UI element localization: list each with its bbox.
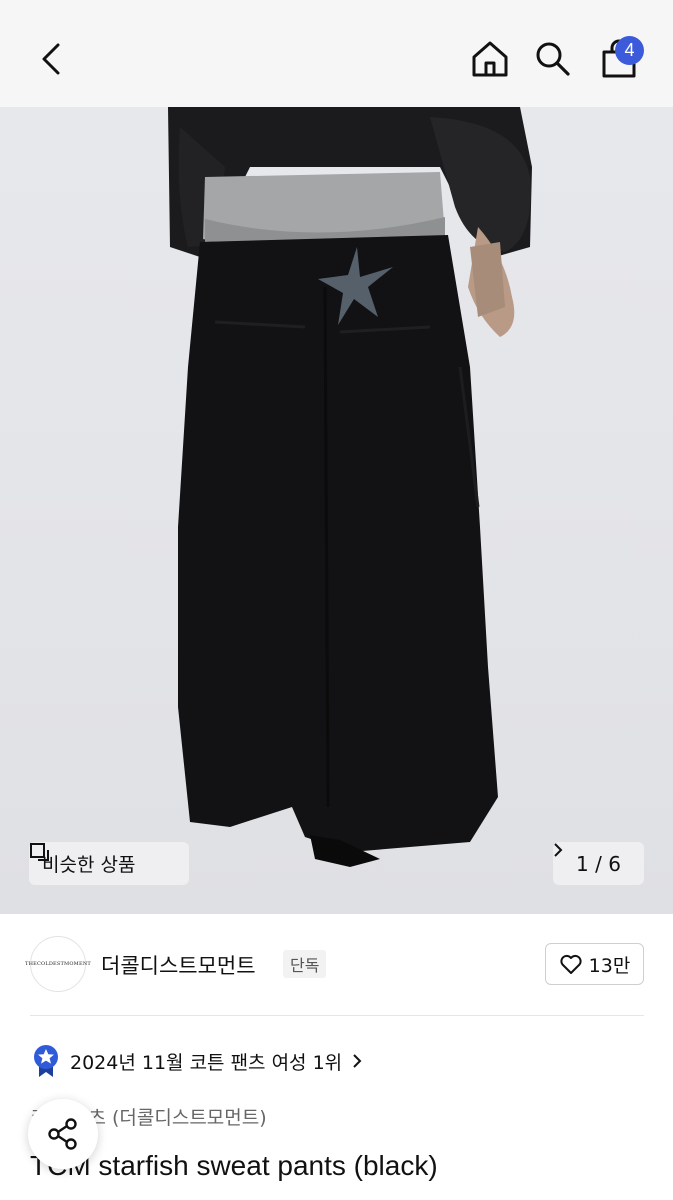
product-photo	[168, 107, 532, 867]
ranking-link[interactable]: 2024년 11월 코튼 팬츠 여성 1위	[32, 1043, 362, 1079]
product-image-carousel[interactable]: 비슷한 상품 1 / 6	[0, 107, 673, 914]
medal-icon	[34, 1045, 58, 1077]
exclusive-badge: 단독	[283, 950, 327, 978]
like-button[interactable]: 13만	[545, 943, 644, 985]
similar-products-button[interactable]: 비슷한 상품	[29, 842, 189, 885]
ranking-text: 2024년 11월 코튼 팬츠 여성 1위	[70, 1051, 343, 1074]
similar-items-icon	[30, 843, 49, 861]
similar-products-label: 비슷한 상품	[42, 854, 136, 876]
search-button[interactable]	[528, 33, 578, 85]
search-icon	[536, 42, 570, 76]
cart-count-badge: 4	[615, 36, 644, 65]
section-divider	[30, 1015, 644, 1016]
brand-row: THECOLDESTMOMENT 더콜디스트모먼트 단독 13만	[0, 914, 673, 1014]
share-button[interactable]	[28, 1099, 98, 1169]
chevron-left-icon	[42, 43, 60, 75]
brand-logo[interactable]: THECOLDESTMOMENT	[25, 936, 91, 992]
home-icon	[472, 41, 508, 77]
home-button[interactable]	[465, 33, 515, 85]
brand-logo-text: THECOLDESTMOMENT	[25, 961, 91, 967]
like-count: 13만	[588, 954, 631, 977]
image-pager-button[interactable]: 1 / 6	[553, 842, 644, 885]
share-icon	[48, 1118, 77, 1150]
brand-name[interactable]: 더콜디스트모먼트	[101, 950, 256, 980]
product-page: 4 비슷한 상품 1 / 6 THECOLDESTMOMENT 더콜디스트모먼트…	[0, 0, 673, 1200]
top-navigation-bar: 4	[0, 0, 673, 107]
chevron-right-icon	[554, 843, 563, 857]
chevron-right-icon	[353, 1054, 362, 1068]
back-button[interactable]	[26, 33, 76, 85]
image-pager-text: 1 / 6	[576, 851, 621, 876]
heart-icon	[560, 954, 582, 974]
